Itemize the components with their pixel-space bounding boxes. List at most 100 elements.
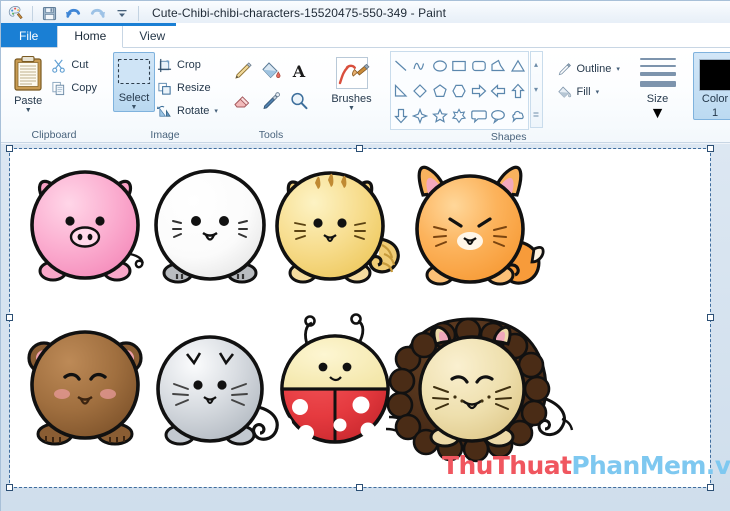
copy-pages-icon xyxy=(52,81,65,95)
rotate-button[interactable]: Rotate ▾ xyxy=(155,100,222,122)
paintbrush-icon xyxy=(335,57,370,89)
clipboard-group-label: Clipboard xyxy=(31,129,77,141)
shape-line[interactable] xyxy=(393,58,409,74)
brushes-label: Brushes xyxy=(331,93,372,105)
resize-handle-bottom-center[interactable] xyxy=(356,484,363,491)
resize-handle-middle-right[interactable] xyxy=(707,314,714,321)
resize-handle-middle-left[interactable] xyxy=(6,314,13,321)
resize-button[interactable]: Resize xyxy=(155,77,222,99)
work-area[interactable]: ThuThuatPhanMem.vn xyxy=(1,144,730,511)
size-button[interactable]: Size ▼ xyxy=(635,52,681,123)
quick-access-toolbar xyxy=(1,3,142,23)
save-icon[interactable] xyxy=(39,3,60,23)
select-label: Select xyxy=(118,92,150,104)
brushes-button[interactable]: Brushes ▼ xyxy=(325,52,378,112)
outline-pen-icon xyxy=(558,62,571,75)
fill-button[interactable]: Fill ▾ xyxy=(555,81,624,103)
tools-grid: A xyxy=(229,52,313,116)
shape-five-point-star[interactable] xyxy=(431,107,448,124)
chibi-characters-artwork xyxy=(27,165,574,463)
resize-handle-top-center[interactable] xyxy=(356,145,363,152)
character-gray-mouse xyxy=(156,335,279,446)
eraser-icon[interactable] xyxy=(232,90,254,112)
resize-handle-bottom-right[interactable] xyxy=(707,484,714,491)
shape-right-triangle[interactable] xyxy=(393,83,409,99)
tab-view[interactable]: View xyxy=(123,25,182,47)
scissors-icon xyxy=(52,59,66,73)
color-1-swatch[interactable] xyxy=(699,59,730,91)
outline-button[interactable]: Outline ▾ xyxy=(555,58,624,80)
customize-quick-access-icon[interactable] xyxy=(111,3,132,23)
shape-cloud-callout[interactable] xyxy=(510,108,526,124)
outline-fill-buttons: Outline ▾ Fill ▾ xyxy=(555,56,624,103)
title-accent-bar xyxy=(1,23,730,26)
brushes-group-label xyxy=(319,127,384,143)
copy-button[interactable]: Copy xyxy=(49,77,101,99)
shape-triangle[interactable] xyxy=(510,58,526,74)
cut-button[interactable]: Cut xyxy=(49,54,101,76)
shapes-group-label: Shapes xyxy=(490,130,527,143)
size-caret[interactable]: ▼ xyxy=(650,105,666,123)
resize-handle-top-right[interactable] xyxy=(707,145,714,152)
fill-label: Fill xyxy=(576,86,591,98)
redo-icon[interactable] xyxy=(87,3,108,23)
shape-rounded-callout[interactable] xyxy=(470,108,487,124)
character-orange-fox xyxy=(415,165,545,286)
tab-file[interactable]: File xyxy=(1,25,58,47)
shape-curve[interactable] xyxy=(412,58,428,74)
shape-hexagon[interactable] xyxy=(451,83,467,99)
clipboard-icon xyxy=(14,55,42,91)
fill-caret[interactable]: ▾ xyxy=(596,88,600,96)
paste-label: Paste xyxy=(14,95,43,107)
shape-diamond[interactable] xyxy=(412,83,428,99)
paint-palette-icon[interactable] xyxy=(5,3,26,23)
character-brown-bear xyxy=(27,330,143,446)
shape-down-arrow[interactable] xyxy=(393,108,409,124)
color-picker-icon[interactable] xyxy=(260,90,282,112)
shapes-scroll-down-icon[interactable]: ▾ xyxy=(534,85,538,94)
ribbon-tabs: File Home View xyxy=(1,25,730,48)
fill-bucket-icon xyxy=(557,85,571,98)
line-thickness-icon xyxy=(638,58,678,87)
tab-home[interactable]: Home xyxy=(57,25,124,48)
character-lion xyxy=(386,317,574,463)
shape-rectangle[interactable] xyxy=(451,58,467,74)
qat-divider-2 xyxy=(138,5,139,21)
crop-button[interactable]: Crop xyxy=(155,54,222,76)
brushes-caret[interactable]: ▼ xyxy=(348,105,355,112)
shape-four-point-star[interactable] xyxy=(412,107,429,124)
image-canvas[interactable]: ThuThuatPhanMem.vn xyxy=(6,145,730,491)
resize-handle-bottom-left[interactable] xyxy=(6,484,13,491)
shape-pentagon[interactable] xyxy=(432,83,448,99)
shapes-scrollbar[interactable]: ▴ ▾ ≣ xyxy=(529,51,543,128)
shape-up-arrow[interactable] xyxy=(510,83,526,99)
shape-six-point-star[interactable] xyxy=(451,107,467,124)
paste-button[interactable]: Paste ▼ xyxy=(7,52,49,114)
paste-caret[interactable]: ▼ xyxy=(25,107,32,114)
rotate-caret[interactable]: ▾ xyxy=(214,107,218,115)
color-1-button[interactable]: Color 1 xyxy=(692,52,730,120)
pencil-icon[interactable] xyxy=(232,60,254,82)
undo-icon[interactable] xyxy=(63,3,84,23)
shape-polygon[interactable] xyxy=(490,58,506,74)
resize-handle-top-left[interactable] xyxy=(6,145,13,152)
resize-icon xyxy=(158,82,171,95)
shapes-scroll-up-icon[interactable]: ▴ xyxy=(534,60,538,69)
ribbon-group-outline-fill: Outline ▾ Fill ▾ xyxy=(549,48,629,143)
outline-caret[interactable]: ▾ xyxy=(616,65,620,73)
shape-oval[interactable] xyxy=(432,58,448,74)
ribbon-group-tools: A Tools xyxy=(223,48,319,143)
image-small-buttons: Crop Resize Rotate ▾ xyxy=(155,52,222,122)
select-caret[interactable]: ▼ xyxy=(131,104,138,111)
shape-right-arrow[interactable] xyxy=(471,83,487,99)
magnifier-icon[interactable] xyxy=(288,90,310,112)
title-bar: Cute-Chibi-chibi-characters-15520475-550… xyxy=(1,1,730,26)
ribbon-group-image: Select ▼ Crop Resize Rotate ▾ Image xyxy=(107,48,223,143)
select-button[interactable]: Select ▼ xyxy=(113,52,155,112)
fill-with-color-icon[interactable] xyxy=(260,60,282,82)
shape-left-arrow[interactable] xyxy=(490,83,506,99)
shape-oval-callout[interactable] xyxy=(490,108,506,124)
shapes-expand-icon[interactable]: ≣ xyxy=(533,110,540,119)
color-1-value xyxy=(700,60,730,90)
shape-rounded-rectangle[interactable] xyxy=(471,58,487,74)
